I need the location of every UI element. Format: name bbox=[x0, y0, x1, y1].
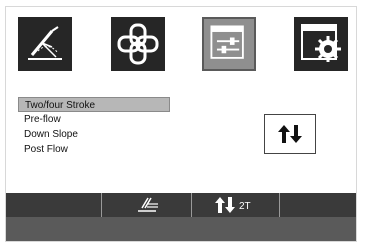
status-segment-empty bbox=[6, 193, 102, 217]
up-down-arrows-icon bbox=[215, 197, 235, 213]
device-screen: Two/four Stroke Pre-flow Down Slope Post… bbox=[5, 6, 357, 242]
parameter-menu: Two/four Stroke Pre-flow Down Slope Post… bbox=[18, 97, 188, 157]
welding-torch-icon bbox=[28, 26, 62, 60]
parameters-tile-selected[interactable] bbox=[202, 17, 256, 71]
chain-link-icon bbox=[117, 23, 159, 65]
settings-gear-icon bbox=[301, 24, 341, 62]
mode-label: 2T bbox=[239, 201, 251, 212]
chain-link-tile[interactable] bbox=[111, 17, 165, 71]
weld-pen-icon bbox=[138, 197, 158, 212]
status-segment-weld bbox=[102, 193, 192, 217]
status-bar: 2T bbox=[6, 193, 356, 217]
welding-torch-tile[interactable] bbox=[18, 17, 72, 71]
status-segment-blank bbox=[280, 193, 356, 217]
menu-item-post-flow[interactable]: Post Flow bbox=[18, 142, 188, 157]
menu-item-two-four-stroke[interactable]: Two/four Stroke bbox=[18, 97, 170, 112]
up-down-arrows-icon bbox=[278, 125, 302, 143]
sliders-icon bbox=[210, 25, 244, 59]
menu-item-down-slope[interactable]: Down Slope bbox=[18, 127, 188, 142]
menu-item-pre-flow[interactable]: Pre-flow bbox=[18, 112, 188, 127]
status-segment-mode: 2T bbox=[192, 193, 280, 217]
mode-indicator-box bbox=[264, 114, 316, 154]
settings-tile[interactable] bbox=[294, 17, 348, 71]
footer-strip bbox=[6, 217, 356, 241]
